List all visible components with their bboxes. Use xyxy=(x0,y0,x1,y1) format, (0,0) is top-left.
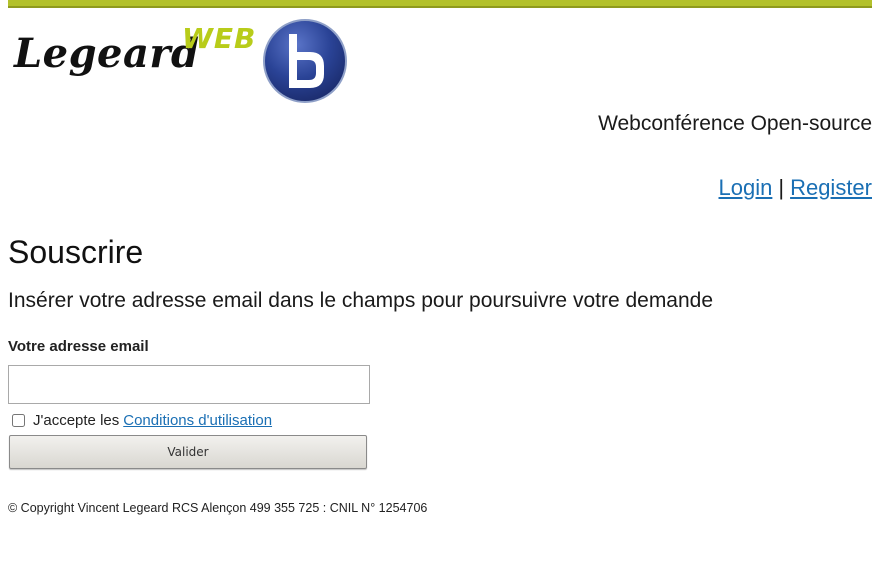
logo-web-text: WEB xyxy=(182,22,257,55)
logo-text: Legeard xyxy=(14,30,200,77)
page-title: Souscrire xyxy=(8,234,144,270)
login-link[interactable]: Login xyxy=(719,175,773,200)
site-logo[interactable]: Legeard WEB xyxy=(10,18,355,108)
auth-separator: | xyxy=(778,175,785,200)
submit-button[interactable]: Valider xyxy=(9,435,367,469)
terms-link[interactable]: Conditions d'utilisation xyxy=(123,412,272,429)
email-label: Votre adresse email xyxy=(8,338,149,355)
footer-copyright: © Copyright Vincent Legeard RCS Alençon … xyxy=(8,501,428,515)
page: Legeard WEB Webconférence Open-source Lo… xyxy=(0,0,884,576)
bigbluebutton-logo-icon xyxy=(263,19,347,103)
top-accent-bar xyxy=(8,0,872,8)
terms-prefix: J'accepte les xyxy=(33,412,120,429)
email-input[interactable] xyxy=(8,365,370,404)
site-tagline: Webconférence Open-source xyxy=(598,112,872,135)
intro-text: Insérer votre adresse email dans le cham… xyxy=(8,289,714,312)
terms-checkbox[interactable] xyxy=(12,414,25,427)
auth-links: Login | Register xyxy=(719,175,872,201)
terms-row: J'accepte les Conditions d'utilisation xyxy=(11,412,272,429)
register-link[interactable]: Register xyxy=(790,175,872,200)
